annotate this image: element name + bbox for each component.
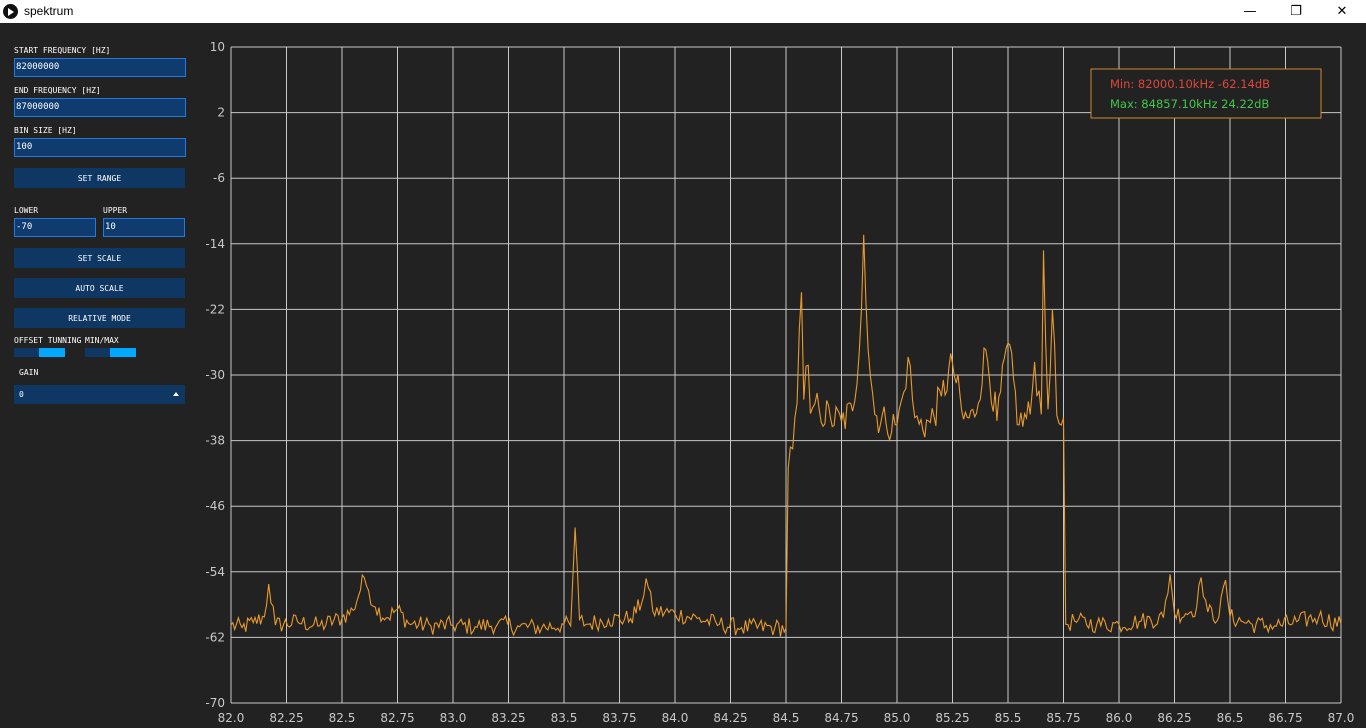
- x-tick-label: 82.25: [269, 711, 303, 725]
- x-tick-label: 85.75: [1046, 711, 1080, 725]
- x-tick-label: 83.5: [551, 711, 578, 725]
- x-tick-label: 86.0: [1106, 711, 1133, 725]
- y-tick-label: -22: [205, 302, 225, 316]
- y-tick-label: -30: [205, 368, 225, 382]
- x-tick-label: 84.25: [713, 711, 747, 725]
- x-tick-label: 85.25: [935, 711, 969, 725]
- spectrum-chart[interactable]: 102-6-14-22-30-38-46-54-62-70 82.0 82.25 8…: [0, 0, 1366, 728]
- x-tick-label: 83.75: [602, 711, 636, 725]
- x-tick-label: 82.0: [218, 711, 245, 725]
- max-readout: Max: 84857.10kHz 24.22dB: [1110, 97, 1269, 111]
- x-tick-label: 85.5: [995, 711, 1022, 725]
- x-tick-label: 84.5: [773, 711, 800, 725]
- x-tick-label: 86.5: [1217, 711, 1244, 725]
- x-tick-label: 83.25: [491, 711, 525, 725]
- min-max-readout: Min: 82000.10kHz -62.14dB Max: 84857.10k…: [1090, 68, 1322, 119]
- y-tick-label: -54: [205, 565, 225, 579]
- x-tick-label: 83.0: [440, 711, 467, 725]
- y-tick-label: 10: [210, 40, 225, 54]
- x-axis-ticks: 82.0 82.25 82.5 82.75 83.0 83.25 83.5 83.75 84.0…: [218, 711, 1355, 725]
- y-tick-label: -46: [205, 499, 225, 513]
- x-tick-label: 87.0: [1328, 711, 1355, 725]
- x-tick-label: 82.75: [380, 711, 414, 725]
- y-tick-label: 2: [217, 106, 225, 120]
- y-tick-label: -14: [205, 237, 225, 251]
- x-tick-label: 82.5: [329, 711, 356, 725]
- x-tick-label: 85.0: [884, 711, 911, 725]
- x-tick-label: 86.75: [1268, 711, 1302, 725]
- x-tick-label: 84.0: [662, 711, 689, 725]
- x-tick-label: 86.25: [1157, 711, 1191, 725]
- y-tick-label: -70: [205, 696, 225, 710]
- y-tick-label: -62: [205, 630, 225, 644]
- min-readout: Min: 82000.10kHz -62.14dB: [1110, 77, 1270, 91]
- y-axis-ticks: 10 2 -6 -14 -22 -30 -38 -46 -54 -62 -70: [205, 40, 225, 710]
- y-tick-label: -6: [213, 171, 225, 185]
- x-tick-label: 84.75: [824, 711, 858, 725]
- y-tick-label: -38: [205, 434, 225, 448]
